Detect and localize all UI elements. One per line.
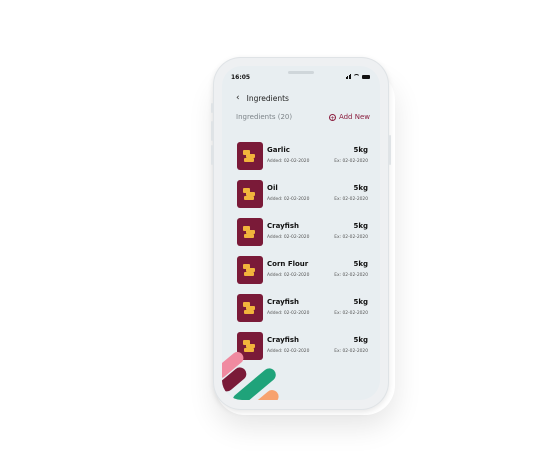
chevron-left-icon[interactable]: ‹: [236, 94, 240, 103]
ingredient-expiry-date: Ex: 02-02-2020: [334, 349, 368, 354]
phone-side-button: [211, 121, 213, 141]
ingredient-list: Garlic 5kg Added: 02-02-2020 Ex: 02-02-2…: [237, 142, 368, 370]
ingredient-box-icon: [243, 188, 256, 200]
list-item[interactable]: Crayfish 5kg Added: 02-02-2020 Ex: 02-02…: [237, 294, 368, 332]
ingredient-expiry-date: Ex: 02-02-2020: [334, 273, 368, 278]
app-screen: 16:05 ‹ Ingredients Ingredients (20) + A…: [222, 66, 380, 400]
ingredient-added-date: Added: 02-02-2020: [267, 159, 310, 164]
ingredient-box-icon: [243, 302, 256, 314]
list-header: Ingredients (20) + Add New: [236, 113, 370, 122]
ingredient-expiry-date: Ex: 02-02-2020: [334, 159, 368, 164]
ingredient-expiry-date: Ex: 02-02-2020: [334, 311, 368, 316]
phone-side-button: [211, 103, 213, 113]
ingredient-thumbnail: [237, 218, 263, 246]
ingredient-expiry-date: Ex: 02-02-2020: [334, 235, 368, 240]
ingredient-thumbnail: [237, 180, 263, 208]
ingredient-quantity: 5kg: [353, 336, 368, 344]
ingredient-quantity: 5kg: [353, 184, 368, 192]
status-time: 16:05: [231, 74, 251, 81]
ingredient-quantity: 5kg: [353, 298, 368, 306]
battery-icon: [362, 74, 370, 79]
ingredient-thumbnail: [237, 294, 263, 322]
ingredient-name: Crayfish: [267, 222, 299, 230]
ingredient-name: Garlic: [267, 146, 290, 154]
ingredient-expiry-date: Ex: 02-02-2020: [334, 197, 368, 202]
list-item[interactable]: Oil 5kg Added: 02-02-2020 Ex: 02-02-2020: [237, 180, 368, 218]
add-new-button[interactable]: + Add New: [328, 113, 370, 122]
ingredient-box-icon: [243, 264, 256, 276]
status-icons: [345, 74, 370, 79]
add-new-label: Add New: [338, 113, 370, 121]
ingredient-box-icon: [243, 150, 256, 162]
ingredient-box-icon: [243, 226, 256, 238]
ingredient-count: Ingredients (20): [236, 113, 293, 121]
signal-icon: [345, 74, 351, 79]
ingredient-added-date: Added: 02-02-2020: [267, 235, 310, 240]
ingredient-name: Crayfish: [267, 298, 299, 306]
ingredient-quantity: 5kg: [353, 260, 368, 268]
ingredient-name: Oil: [267, 184, 278, 192]
decorative-stripes: [222, 351, 279, 400]
ingredient-name: Crayfish: [267, 336, 299, 344]
list-item[interactable]: Crayfish 5kg Added: 02-02-2020 Ex: 02-02…: [237, 218, 368, 256]
ingredient-quantity: 5kg: [353, 146, 368, 154]
list-item[interactable]: Garlic 5kg Added: 02-02-2020 Ex: 02-02-2…: [237, 142, 368, 180]
page-header: ‹ Ingredients: [236, 94, 289, 104]
speaker: [288, 71, 314, 74]
ingredient-name: Corn Flour: [267, 260, 309, 268]
wifi-icon: [353, 74, 360, 79]
ingredient-added-date: Added: 02-02-2020: [267, 311, 310, 316]
phone-side-button: [211, 145, 213, 165]
phone-side-button: [389, 135, 391, 165]
plus-circle-icon: +: [328, 113, 336, 122]
ingredient-quantity: 5kg: [353, 222, 368, 230]
page-title: Ingredients: [246, 94, 289, 103]
ingredient-added-date: Added: 02-02-2020: [267, 273, 310, 278]
ingredient-thumbnail: [237, 142, 263, 170]
list-item[interactable]: Corn Flour 5kg Added: 02-02-2020 Ex: 02-…: [237, 256, 368, 294]
ingredient-added-date: Added: 02-02-2020: [267, 197, 310, 202]
ingredient-thumbnail: [237, 256, 263, 284]
